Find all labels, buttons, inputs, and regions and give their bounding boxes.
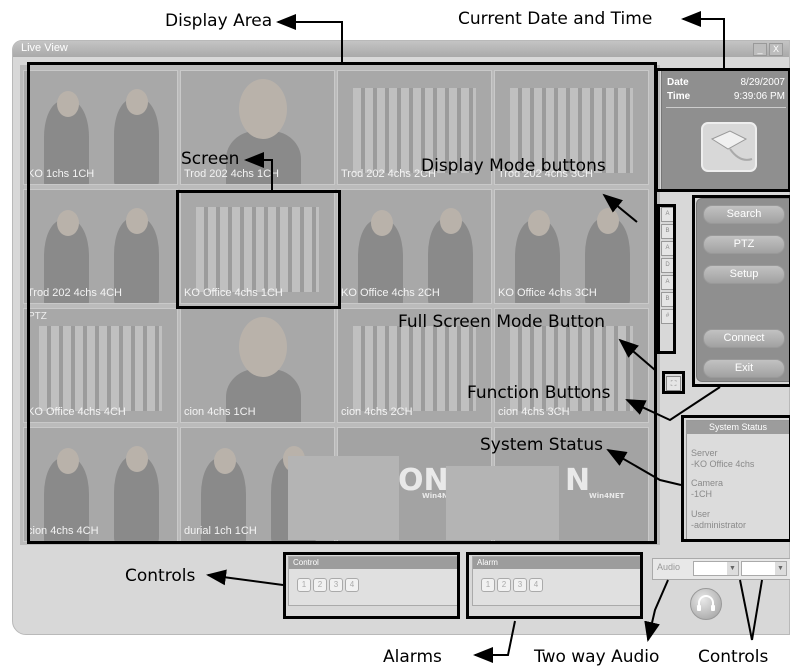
callout-arrows <box>206 11 763 663</box>
